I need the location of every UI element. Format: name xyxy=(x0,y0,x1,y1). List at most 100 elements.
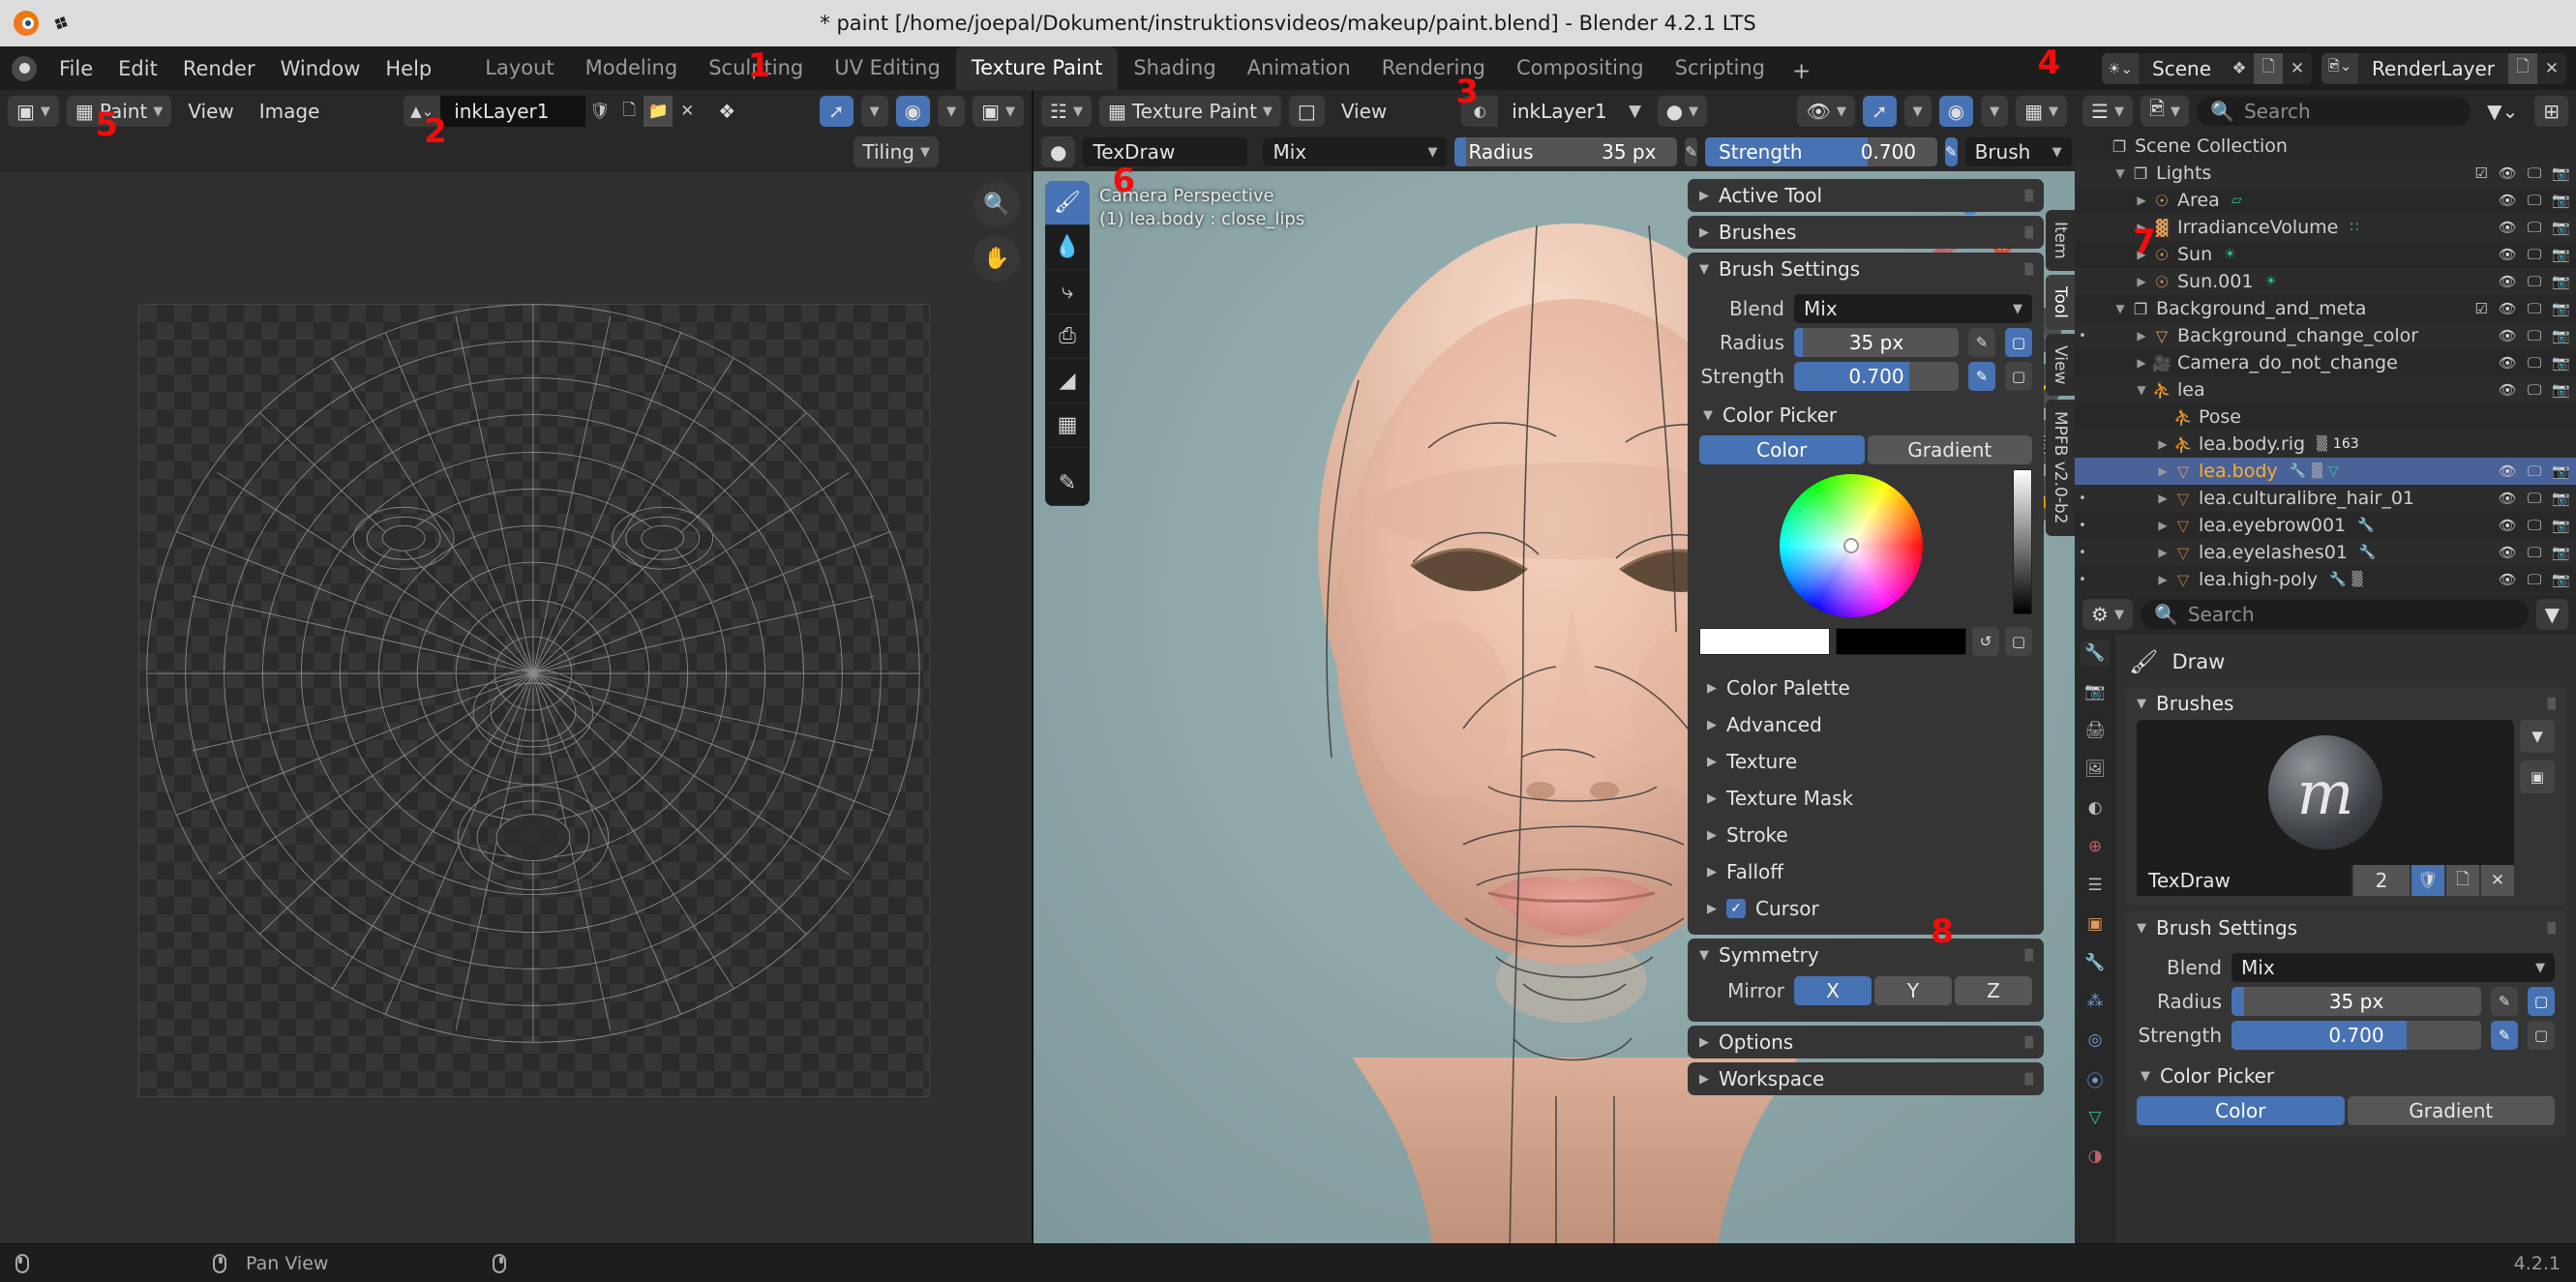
disable-in-renders-icon[interactable]: 📷 xyxy=(2552,571,2570,588)
workspace-tab-scripting[interactable]: Scripting xyxy=(1660,46,1781,90)
output-tab[interactable]: 🖨 xyxy=(2081,718,2110,743)
disable-in-renders-icon[interactable]: 📷 xyxy=(2552,327,2570,344)
radius-slider[interactable]: Radius 35 px xyxy=(1454,137,1678,166)
disable-in-renders-icon[interactable]: 📷 xyxy=(2552,246,2570,263)
radius-pressure-icon[interactable]: ✎ xyxy=(1685,137,1698,166)
draw-tool[interactable]: 🖌 xyxy=(1045,181,1090,225)
gradient-tab[interactable]: Gradient xyxy=(2347,1096,2555,1125)
drag-grip-icon[interactable]: ▒ xyxy=(2025,263,2034,276)
snap-icon[interactable]: ➚ xyxy=(1862,96,1897,127)
subpanel-stroke[interactable]: ▶ Stroke xyxy=(1693,817,2038,853)
hide-in-viewport-icon[interactable]: 👁 xyxy=(2499,327,2517,344)
visibility-selectability-dropdown[interactable]: 👁 ▼ xyxy=(1797,96,1855,127)
outliner-row-background-change-color[interactable]: • ▶ ▽ Background_change_color 👁 🖵 📷 xyxy=(2075,322,2576,349)
pin-icon[interactable]: ❖ xyxy=(48,9,74,37)
panel-brushes[interactable]: ▶ Brushes ▒ xyxy=(1688,216,2044,249)
proportional-falloff-dropdown[interactable]: ▼ xyxy=(938,96,966,127)
workspace-tab-modeling[interactable]: Modeling xyxy=(570,46,694,90)
id-type-filter-icon[interactable]: 🖻 ▼ xyxy=(2140,96,2190,127)
viewport-editor-type-button[interactable]: ☷ ▼ xyxy=(1041,96,1092,127)
particles-tab[interactable]: ⁂ xyxy=(2081,989,2110,1014)
radius-unit-icon[interactable]: ▢ xyxy=(2005,328,2032,357)
proportional-editing-icon[interactable]: ◉ xyxy=(895,96,931,127)
strength-slider[interactable]: Strength 0.700 xyxy=(1705,137,1938,166)
expand-arrow-icon[interactable]: ▼ xyxy=(2112,166,2129,180)
brush-preview[interactable]: m xyxy=(2137,720,2514,865)
brush-preset-selector[interactable]: ● xyxy=(1041,136,1076,167)
outliner-row-scene-collection[interactable]: ❐ Scene Collection xyxy=(2075,133,2576,160)
hide-in-viewport-icon[interactable]: 👁 xyxy=(2499,300,2517,317)
hide-in-viewport-icon[interactable]: 👁 xyxy=(2499,246,2517,263)
duplicate-icon[interactable]: 🗋 xyxy=(2446,865,2479,896)
radius-slider[interactable]: 35 px xyxy=(1794,328,1959,357)
new-collection-icon[interactable]: ⊞ xyxy=(2534,96,2568,127)
texture-slot-selector[interactable]: ◐ inkLayer1 ▼ xyxy=(1461,96,1650,127)
duplicate-icon[interactable]: 🗋 xyxy=(614,96,644,127)
subpanel-falloff[interactable]: ▶ Falloff xyxy=(1693,853,2038,890)
mirror-z-button[interactable]: Z xyxy=(1955,976,2032,1005)
duplicate-icon[interactable]: 🗋 xyxy=(2254,52,2284,84)
properties-panel-brush-settings-header[interactable]: ▼ Brush Settings ▒ xyxy=(2125,911,2566,944)
sidebar-tab-mpfb[interactable]: MPFB v2.0-b2 xyxy=(2046,400,2075,536)
radius-pressure-icon[interactable]: ✎ xyxy=(2491,987,2518,1016)
swap-colors-icon[interactable]: ↺ xyxy=(1972,627,1999,656)
drag-grip-icon[interactable]: ▒ xyxy=(2548,698,2557,710)
disable-in-viewports-icon[interactable]: 🖵 xyxy=(2528,544,2541,561)
disable-in-viewports-icon[interactable]: 🖵 xyxy=(2528,219,2541,236)
workspace-tab-shading[interactable]: Shading xyxy=(1118,46,1231,90)
hide-in-viewport-icon[interactable]: 👁 xyxy=(2499,571,2517,588)
value-slider[interactable] xyxy=(2013,469,2032,614)
panel-workspace[interactable]: ▶ Workspace ▒ xyxy=(1688,1062,2044,1095)
scene-tab[interactable]: ◐ xyxy=(2081,795,2110,820)
color-tab[interactable]: Color xyxy=(1699,435,1865,464)
mirror-x-button[interactable]: X xyxy=(1794,976,1872,1005)
image-name-field[interactable]: inkLayer1 xyxy=(440,96,586,127)
soften-tool[interactable]: 💧 xyxy=(1045,225,1090,270)
add-workspace-button[interactable]: + xyxy=(1781,53,1822,90)
outliner[interactable]: ❐ Scene Collection ▼ ❐ Lights ☑ 👁 🖵 📷 ▶ ☉ Area ▱ 👁 🖵 📷 ▶… xyxy=(2075,133,2576,594)
material-tab[interactable]: ◑ xyxy=(2081,1144,2110,1169)
color-tab[interactable]: Color xyxy=(2137,1096,2345,1125)
disable-in-viewports-icon[interactable]: 🖵 xyxy=(2528,381,2541,399)
strength-pressure-icon[interactable]: ✎ xyxy=(1945,137,1958,166)
disable-in-renders-icon[interactable]: 📷 xyxy=(2552,544,2570,561)
cursor-checkbox[interactable]: ✓ xyxy=(1726,899,1746,918)
hide-in-viewport-icon[interactable]: 👁 xyxy=(2499,192,2517,209)
snap-options-dropdown[interactable]: ▼ xyxy=(1903,96,1932,127)
disable-in-renders-icon[interactable]: 📷 xyxy=(2552,219,2570,236)
outliner-search-input[interactable]: 🔍 Search xyxy=(2197,97,2471,126)
collection-tab[interactable]: ☰ xyxy=(2081,873,2110,898)
strength-unit-icon[interactable]: ▢ xyxy=(2528,1021,2555,1050)
duplicate-icon[interactable]: 🗋 xyxy=(2508,52,2537,84)
panel-symmetry-header[interactable]: ▼ Symmetry ▒ xyxy=(1688,939,2044,971)
workspace-tab-layout[interactable]: Layout xyxy=(469,46,569,90)
image-editor-menu-image[interactable]: Image xyxy=(251,96,329,127)
world-tab[interactable]: ⊕ xyxy=(2081,834,2110,859)
outliner-row-lea-body[interactable]: ▶ ▽ lea.body 🔧 ▒ ▽ 👁 🖵 📷 xyxy=(2075,458,2576,485)
paint-mask-icon[interactable]: ▦ ▼ xyxy=(2016,96,2067,127)
menu-window[interactable]: Window xyxy=(268,51,374,86)
blend-mode-dropdown[interactable]: Mix ▼ xyxy=(1263,137,1448,166)
drag-grip-icon[interactable]: ▒ xyxy=(2025,1036,2034,1049)
zoom-in-icon[interactable]: 🔍 xyxy=(973,181,1020,227)
smear-tool[interactable]: ⤷ xyxy=(1045,270,1090,314)
subpanel-color-picker-header[interactable]: ▼ Color Picker xyxy=(1699,399,2032,432)
shield-icon[interactable]: 🛡 xyxy=(2411,865,2444,896)
expand-arrow-icon[interactable]: ▶ xyxy=(2133,356,2150,370)
disable-in-viewports-icon[interactable]: 🖵 xyxy=(2528,246,2541,263)
disable-in-renders-icon[interactable]: 📷 xyxy=(2552,164,2570,182)
shield-icon[interactable]: 🛡 xyxy=(585,96,614,127)
workspace-tab-texture-paint[interactable]: Texture Paint xyxy=(955,46,1119,90)
disable-in-viewports-icon[interactable]: 🖵 xyxy=(2528,354,2541,372)
close-icon[interactable]: ✕ xyxy=(673,96,702,127)
strength-slider[interactable]: 0.700 xyxy=(2232,1021,2481,1050)
viewport-menu-view[interactable]: View xyxy=(1333,96,1395,127)
outliner-row-sun-001[interactable]: ▶ ☉ Sun.001 ☀ 👁 🖵 📷 xyxy=(2075,268,2576,295)
chevron-down-icon[interactable]: ▼ xyxy=(2535,599,2568,630)
hide-in-viewport-icon[interactable]: 👁 xyxy=(2499,490,2517,507)
close-icon[interactable]: ✕ xyxy=(2283,53,2312,84)
viewport-canvas[interactable]: 🖌 💧 ⤷ ⎙ ◢ ▦ ✎ Camera Perspective (1) lea… xyxy=(1033,171,2075,1243)
outliner-row-lea-teeth-base[interactable]: •▶▽lea.teeth_base🔧👁🖵📷 xyxy=(2075,593,2576,594)
outliner-row-lea-eyelashes01[interactable]: • ▶ ▽ lea.eyelashes01 🔧 👁 🖵 📷 xyxy=(2075,539,2576,566)
image-datablock-selector[interactable]: ▲⌄ inkLayer1 🛡 🗋 📁 ✕ xyxy=(404,96,703,127)
